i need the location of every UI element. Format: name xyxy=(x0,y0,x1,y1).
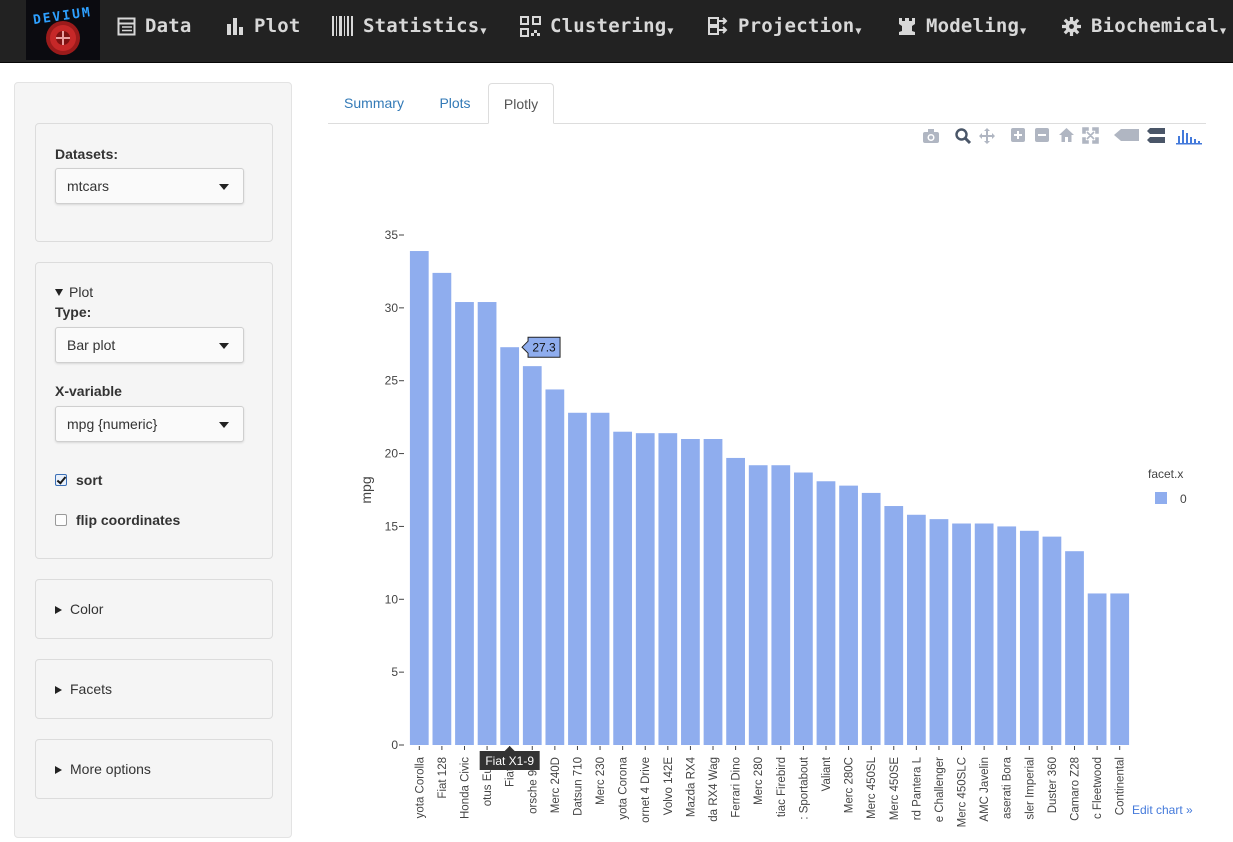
bar[interactable] xyxy=(477,302,497,745)
y-tick-label: 10 xyxy=(385,592,399,606)
bar[interactable] xyxy=(658,433,678,745)
y-tick-label: 20 xyxy=(385,447,399,461)
legend-swatch xyxy=(1155,492,1167,504)
bar[interactable] xyxy=(1019,530,1039,745)
x-tick-label: Merc 280C xyxy=(844,757,856,813)
legend-title: facet.x xyxy=(1148,467,1183,481)
x-tick-label: Duster 360 xyxy=(1047,757,1059,813)
bar[interactable] xyxy=(545,389,565,745)
bar[interactable] xyxy=(409,251,429,745)
x-tick-label: : Sportabout xyxy=(798,756,810,819)
y-axis-title: mpg xyxy=(358,476,374,503)
y-tick-label: 5 xyxy=(391,665,398,679)
bar[interactable] xyxy=(884,506,904,745)
x-tick-label: Volvo 142E xyxy=(663,757,675,816)
x-tick-label: rd Pantera L xyxy=(911,756,923,820)
x-tick-label: Merc 240D xyxy=(550,757,562,813)
hover-value-label: 27.3 xyxy=(532,341,556,355)
y-tick-label: 30 xyxy=(385,301,399,315)
x-tick-label: Fiat 128 xyxy=(437,757,449,799)
hover-category-pointer xyxy=(504,746,515,751)
x-tick-label: c Fleetwood xyxy=(1092,757,1104,819)
bar[interactable] xyxy=(1042,536,1062,745)
bar[interactable] xyxy=(613,431,633,745)
bar[interactable] xyxy=(861,492,881,745)
bar[interactable] xyxy=(681,439,700,745)
x-tick-label: Honda Civic xyxy=(459,757,471,819)
bar[interactable] xyxy=(794,472,813,745)
bar[interactable] xyxy=(568,412,587,745)
bar[interactable] xyxy=(590,412,610,745)
bar[interactable] xyxy=(726,457,745,745)
x-tick-label: da RX4 Wag xyxy=(708,757,720,822)
y-tick-label: 0 xyxy=(391,738,398,752)
x-tick-label: e Challenger xyxy=(934,757,946,822)
x-tick-label: Continental xyxy=(1115,757,1127,815)
x-tick-label: AMC Javelin xyxy=(979,757,991,822)
bar[interactable] xyxy=(816,481,836,745)
bar[interactable] xyxy=(1087,593,1107,745)
y-tick-label: 15 xyxy=(385,519,399,533)
bar[interactable] xyxy=(455,302,474,745)
bar[interactable] xyxy=(952,523,971,745)
x-tick-label: Valiant xyxy=(821,756,833,791)
bar[interactable] xyxy=(635,433,655,745)
bar[interactable] xyxy=(748,465,768,745)
x-tick-label: Ferrari Dino xyxy=(731,757,743,818)
x-tick-label: Merc 450SLC xyxy=(957,757,969,827)
x-tick-label: yota Corolla xyxy=(414,756,426,818)
bar[interactable] xyxy=(929,519,949,745)
x-tick-label: Merc 450SE xyxy=(889,757,901,821)
y-tick-label: 35 xyxy=(385,228,399,242)
x-tick-label: Camaro Z28 xyxy=(1070,757,1082,821)
bar[interactable] xyxy=(703,439,723,745)
x-tick-label: Merc 450SL xyxy=(866,756,878,819)
bar[interactable] xyxy=(432,272,452,745)
bar[interactable] xyxy=(974,523,994,745)
bar[interactable] xyxy=(771,465,791,745)
bar[interactable] xyxy=(522,366,542,745)
bar[interactable] xyxy=(906,514,926,745)
bar[interactable] xyxy=(997,526,1017,745)
x-tick-label: ornet 4 Drive xyxy=(640,757,652,823)
x-tick-label: Merc 280 xyxy=(753,757,765,805)
x-tick-label: Datsun 710 xyxy=(572,757,584,816)
x-tick-label: Merc 230 xyxy=(595,757,607,805)
x-tick-label: aserati Bora xyxy=(1002,756,1014,819)
edit-chart-link[interactable]: Edit chart » xyxy=(1132,803,1193,817)
y-tick-label: 25 xyxy=(385,374,399,388)
bar-chart[interactable]: 0 5 10 15 20 25 30 35 mpg yota Corolla Fiat 128 Hon… xyxy=(0,0,1233,842)
x-tick-label: sler Imperial xyxy=(1024,757,1036,820)
bar[interactable] xyxy=(500,347,520,745)
bar[interactable] xyxy=(1065,551,1084,745)
legend-label: 0 xyxy=(1180,492,1187,506)
hover-category-label: Fiat X1-9 xyxy=(485,754,534,768)
bar[interactable] xyxy=(839,485,858,745)
x-tick-label: tiac Firebird xyxy=(776,757,788,817)
x-tick-label: Mazda RX4 xyxy=(685,756,697,817)
x-tick-label: yota Corona xyxy=(618,756,630,819)
bar[interactable] xyxy=(1110,593,1130,745)
